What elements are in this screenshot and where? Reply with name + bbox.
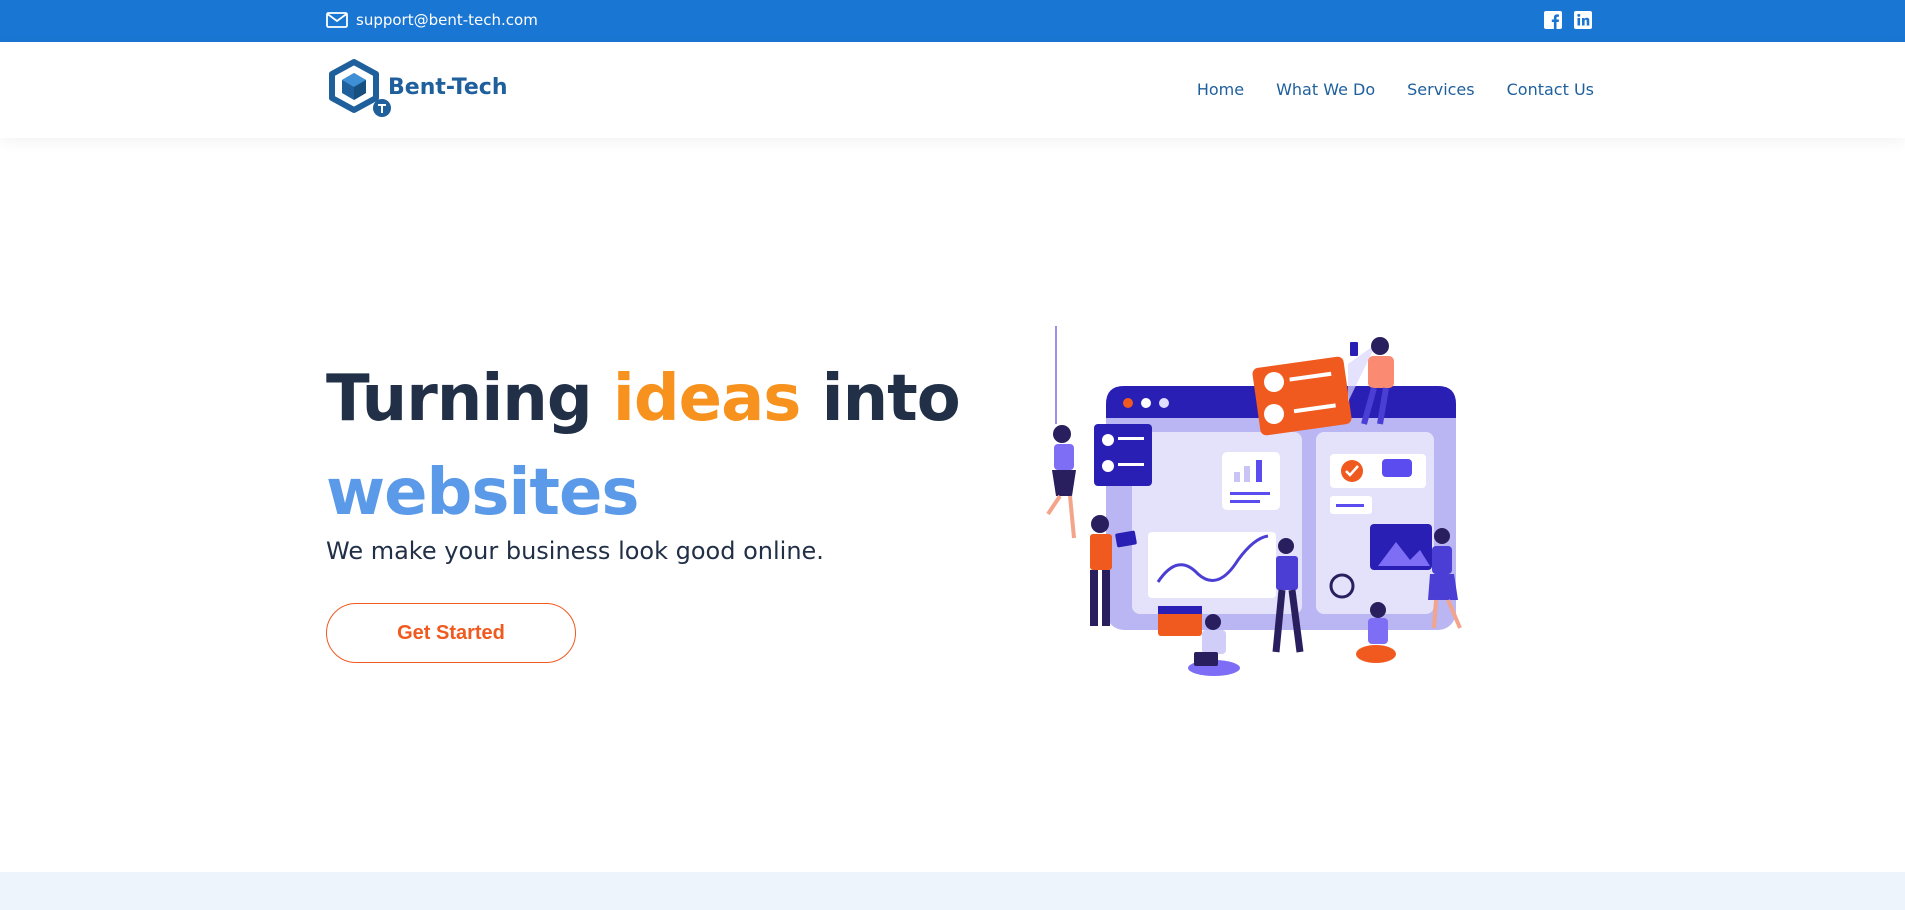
hero-title-line2: websites [326,456,639,530]
brand-name: Bent-Tech [388,74,508,100]
top-bar: support@bent-tech.com [0,0,1905,42]
facebook-icon[interactable] [1543,10,1563,30]
hexagon-logo-icon [329,59,391,117]
brand-logo-link[interactable]: Bent-Tech [326,56,507,124]
nav-item-what-we-do[interactable]: What We Do [1276,80,1375,99]
linkedin-icon[interactable] [1573,10,1593,30]
hero-title-part2: into [800,362,961,436]
next-section-band [0,872,1905,910]
nav-item-services[interactable]: Services [1407,80,1474,99]
social-links [1543,10,1593,30]
hero-title-part1: Turning [326,362,613,436]
hero-subtitle: We make your business look good online. [326,537,824,565]
nav-item-home[interactable]: Home [1197,80,1244,99]
support-email-text: support@bent-tech.com [356,11,538,29]
nav-item-contact-us[interactable]: Contact Us [1507,80,1594,99]
primary-nav: Home What We Do Services Contact Us [1197,80,1594,99]
hero-title: Turning ideas into websites [326,352,966,540]
main-navbar: Bent-Tech Home What We Do Services Conta… [0,42,1905,138]
support-email-link[interactable]: support@bent-tech.com [326,11,538,29]
hero-title-accent: ideas [612,362,801,436]
mail-icon [326,12,348,28]
team-web-dashboard-illustration [1046,326,1462,676]
get-started-button[interactable]: Get Started [326,603,576,663]
